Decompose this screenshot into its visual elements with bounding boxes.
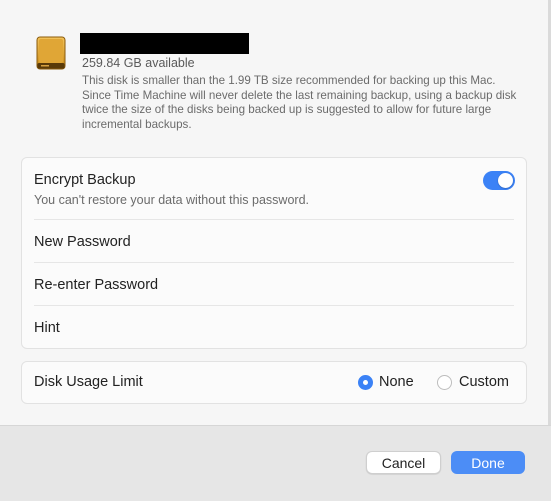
radio-none[interactable] <box>358 375 373 390</box>
disk-usage-limit-label: Disk Usage Limit <box>34 374 143 390</box>
encrypt-backup-toggle[interactable] <box>483 171 515 190</box>
new-password-field[interactable]: New Password <box>34 234 131 250</box>
radio-custom[interactable] <box>437 375 452 390</box>
disk-name-redacted <box>80 33 249 54</box>
done-button[interactable]: Done <box>451 451 525 474</box>
encrypt-backup-label: Encrypt Backup <box>34 172 136 188</box>
radio-custom-label[interactable]: Custom <box>459 374 509 390</box>
radio-none-label[interactable]: None <box>379 374 414 390</box>
toggle-knob <box>498 173 513 188</box>
external-disk-icon <box>33 35 69 71</box>
encrypt-backup-sublabel: You can't restore your data without this… <box>34 193 309 207</box>
divider <box>34 262 514 263</box>
encryption-settings-group: Encrypt Backup You can't restore your da… <box>21 157 527 349</box>
cancel-button[interactable]: Cancel <box>366 451 441 474</box>
reenter-password-field[interactable]: Re-enter Password <box>34 277 158 293</box>
divider <box>34 305 514 306</box>
disk-usage-group: Disk Usage Limit None Custom <box>21 361 527 404</box>
hint-field[interactable]: Hint <box>34 320 60 336</box>
disk-available-space: 259.84 GB available <box>82 56 195 70</box>
disk-size-warning: This disk is smaller than the 1.99 TB si… <box>82 74 517 131</box>
divider <box>34 219 514 220</box>
